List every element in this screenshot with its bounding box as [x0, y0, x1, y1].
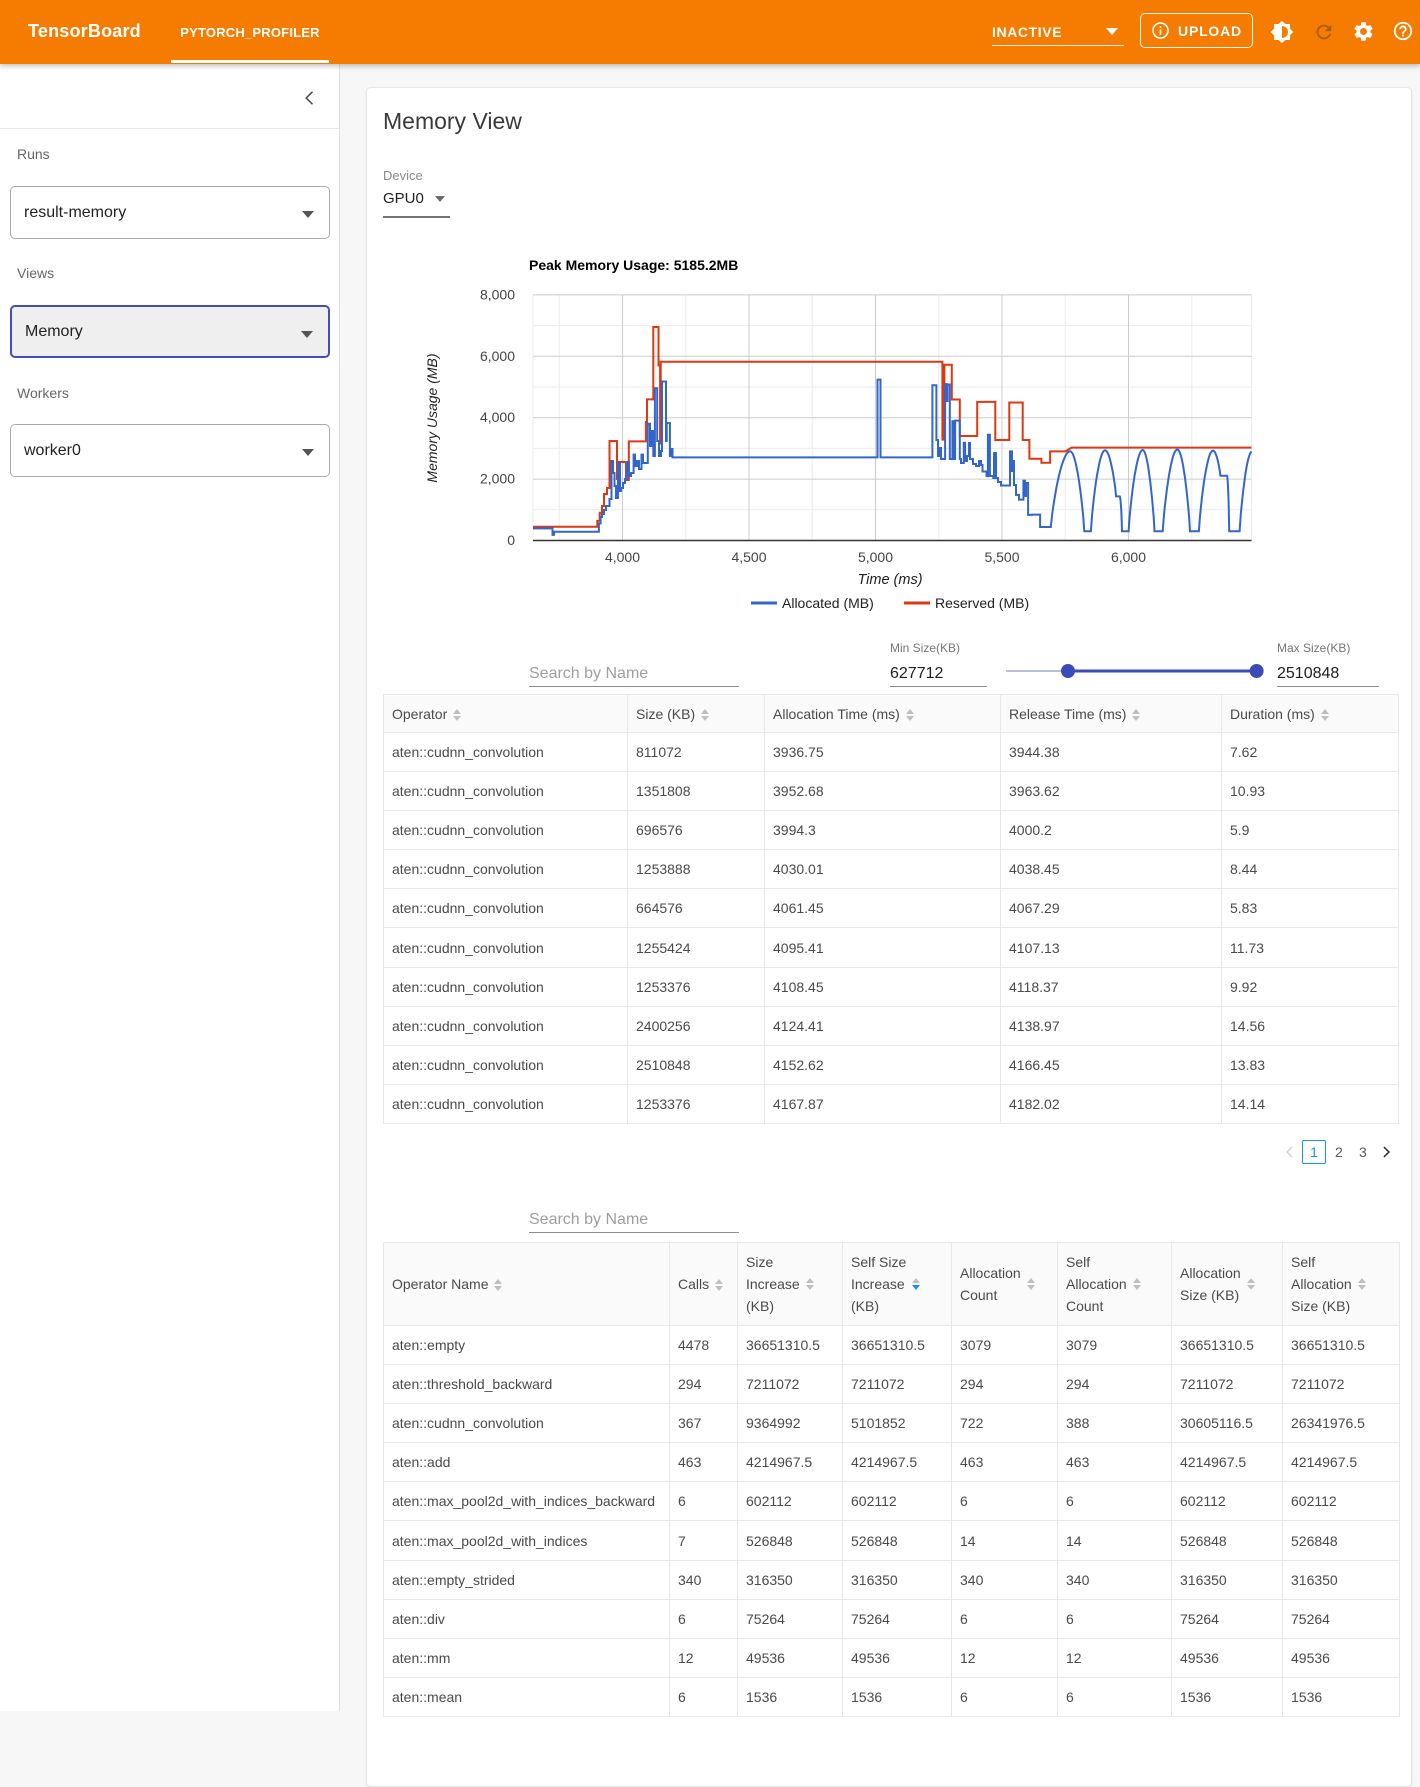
- svg-text:5,500: 5,500: [984, 549, 1019, 565]
- svg-text:4,000: 4,000: [480, 409, 515, 425]
- svg-text:Memory Usage (MB): Memory Usage (MB): [424, 353, 440, 482]
- svg-text:6,000: 6,000: [480, 348, 515, 364]
- svg-text:5,000: 5,000: [858, 549, 893, 565]
- svg-text:Reserved (MB): Reserved (MB): [935, 595, 1029, 611]
- svg-text:Peak Memory Usage: 5185.2MB: Peak Memory Usage: 5185.2MB: [529, 257, 738, 273]
- svg-text:4,500: 4,500: [731, 549, 766, 565]
- svg-text:Time (ms): Time (ms): [857, 572, 922, 588]
- svg-text:0: 0: [507, 532, 515, 548]
- svg-text:Allocated (MB): Allocated (MB): [782, 595, 874, 611]
- svg-text:8,000: 8,000: [480, 286, 515, 302]
- svg-text:4,000: 4,000: [605, 549, 640, 565]
- svg-text:6,000: 6,000: [1111, 549, 1146, 565]
- svg-text:2,000: 2,000: [480, 471, 515, 487]
